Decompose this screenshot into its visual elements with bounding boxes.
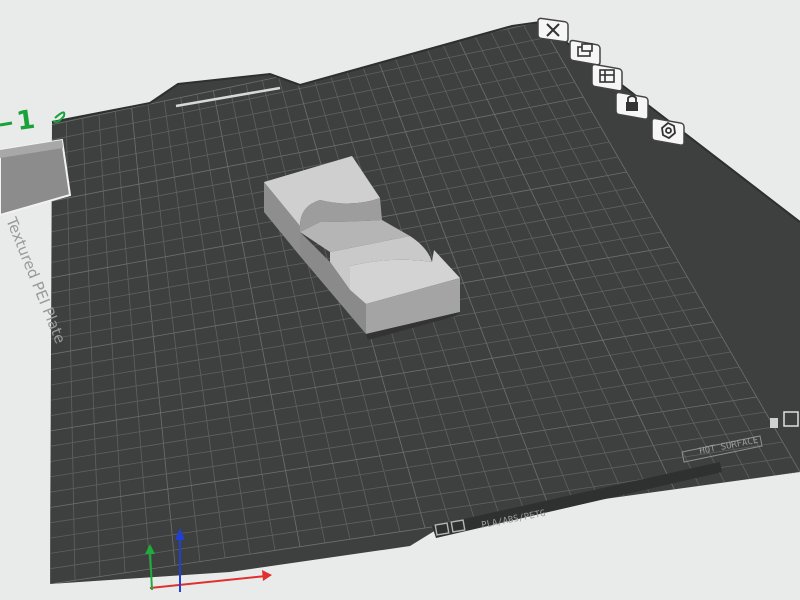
delete-plate-button[interactable]: [537, 17, 569, 43]
plate-index-number: 1: [15, 105, 37, 137]
lock-plate-button[interactable]: [615, 91, 649, 120]
arrange-plate-button[interactable]: [569, 39, 601, 66]
axis-x-line: [149, 575, 267, 589]
axis-x-arrow: [262, 570, 272, 581]
orient-plate-button[interactable]: [591, 63, 623, 92]
plate-index-dash-mark: [0, 121, 13, 127]
3d-viewport[interactable]: Textured PEI Plate 1 PLA/ABS/PETG HOT SU…: [0, 0, 800, 600]
plate-index-badge[interactable]: 1: [0, 105, 72, 217]
trash-icon: [770, 418, 778, 428]
plate-settings-button[interactable]: [651, 117, 685, 146]
